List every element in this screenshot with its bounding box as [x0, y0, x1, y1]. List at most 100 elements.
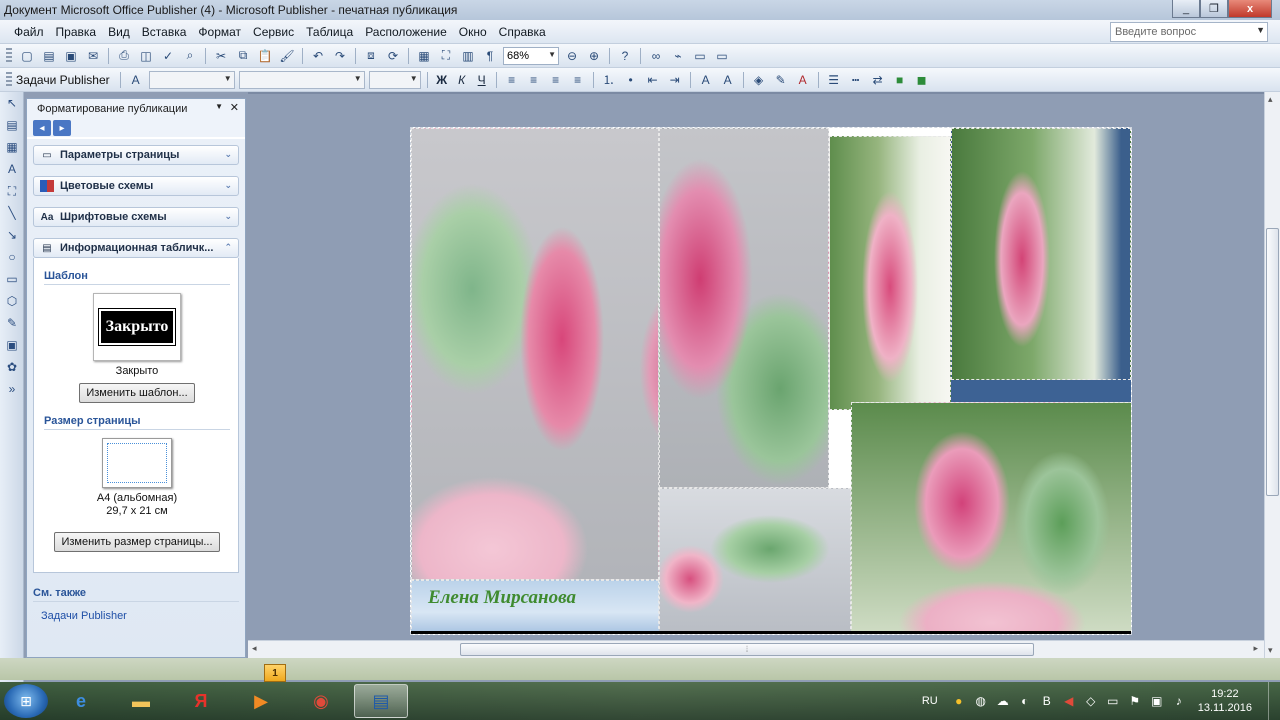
media-player-icon[interactable]: ▶ — [234, 684, 288, 718]
menu-help[interactable]: Справка — [493, 25, 552, 39]
grow-font-icon[interactable]: A — [696, 70, 716, 90]
format-painter-icon[interactable]: 🖌 — [277, 46, 297, 66]
email-icon[interactable]: ✉ — [83, 46, 103, 66]
chevron-down-icon[interactable]: ▼ — [410, 74, 418, 83]
chevron-down-icon[interactable]: ▼ — [354, 74, 362, 83]
research-icon[interactable]: ⌕ — [180, 46, 200, 66]
rectangle-icon[interactable]: ▭ — [0, 268, 24, 290]
tray-cloud-icon[interactable]: ☁ — [994, 694, 1012, 708]
more-tools-icon[interactable]: » — [0, 378, 24, 400]
section-font-schemes[interactable]: Aa Шрифтовые схемы ⌄ — [33, 207, 239, 227]
cut-icon[interactable]: ✂ — [211, 46, 231, 66]
rotate-icon[interactable]: ⟳ — [383, 46, 403, 66]
save-icon[interactable]: ▣ — [61, 46, 81, 66]
vertical-scroll-thumb[interactable] — [1266, 228, 1279, 496]
template-thumbnail[interactable]: Закрыто — [93, 293, 181, 361]
restore-button[interactable]: ❐ — [1200, 0, 1228, 18]
tray-sync-icon[interactable]: ◍ — [972, 694, 990, 708]
menu-view[interactable]: Вид — [102, 25, 136, 39]
unlink-icon[interactable]: ⌁ — [668, 46, 688, 66]
insert-table-icon[interactable]: ▦ — [414, 46, 434, 66]
align-right-icon[interactable]: ≡ — [546, 70, 566, 90]
increase-indent-icon[interactable]: ⇥ — [665, 70, 685, 90]
3d-style-icon[interactable]: ◼ — [912, 70, 932, 90]
publisher-tasks-button[interactable]: Задачи Publisher — [16, 73, 110, 87]
undo-icon[interactable]: ↶ — [308, 46, 328, 66]
horizontal-scroll-thumb[interactable]: ⦙ — [460, 643, 1034, 656]
zoom-out-icon[interactable]: ⊖ — [562, 46, 582, 66]
chrome-icon[interactable]: ◉ — [294, 684, 348, 718]
photo-bottom-right[interactable] — [851, 402, 1131, 634]
align-center-icon[interactable]: ≡ — [524, 70, 544, 90]
menu-file[interactable]: Файл — [8, 25, 50, 39]
copy-icon[interactable]: ⧉ — [233, 46, 253, 66]
menu-table[interactable]: Таблица — [300, 25, 359, 39]
photo-main-flowers[interactable] — [411, 128, 659, 580]
scroll-right-icon[interactable]: ▸ — [1253, 643, 1258, 654]
close-button[interactable]: x — [1228, 0, 1272, 18]
chevron-down-icon[interactable]: ⌄ — [224, 211, 232, 222]
pilcrow-icon[interactable]: ¶ — [480, 46, 500, 66]
file-explorer-icon[interactable]: ▬ — [114, 684, 168, 718]
help-icon[interactable]: ? — [615, 46, 635, 66]
photo-bottom-middle[interactable] — [659, 488, 851, 634]
show-desktop-button[interactable] — [1268, 682, 1280, 720]
wordart-icon[interactable]: A — [0, 158, 24, 180]
open-icon[interactable]: ▤ — [39, 46, 59, 66]
chevron-down-icon[interactable]: ⌄ — [224, 180, 232, 191]
chevron-up-icon[interactable]: ⌃ — [224, 242, 232, 253]
select-icon[interactable]: ↖ — [0, 92, 24, 114]
scroll-up-icon[interactable]: ▴ — [1268, 94, 1273, 105]
bullets-icon[interactable]: • — [621, 70, 641, 90]
forward-icon[interactable]: ▸ — [53, 120, 71, 136]
zoom-select[interactable]: 68% ▼ — [503, 46, 559, 65]
align-left-icon[interactable]: ≡ — [502, 70, 522, 90]
shrink-font-icon[interactable]: A — [718, 70, 738, 90]
picture-icon[interactable]: ⛶ — [0, 180, 24, 202]
shadow-style-icon[interactable]: ■ — [890, 70, 910, 90]
line-style-icon[interactable]: ☰ — [824, 70, 844, 90]
menu-edit[interactable]: Правка — [50, 25, 103, 39]
yandex-browser-icon[interactable]: Я — [174, 684, 228, 718]
style-icon[interactable]: A — [126, 70, 146, 90]
chevron-down-icon[interactable]: ▼ — [1256, 25, 1265, 35]
paste-icon[interactable]: 📋 — [255, 46, 275, 66]
clock[interactable]: 19:22 13.11.2016 — [1198, 687, 1252, 715]
text-box-link-icon[interactable]: ▭ — [690, 46, 710, 66]
scroll-down-icon[interactable]: ▾ — [1268, 645, 1273, 656]
tray-browser-icon[interactable]: ◐ — [1016, 694, 1034, 708]
style-select[interactable]: ▼ — [148, 70, 235, 89]
author-caption-box[interactable]: Елена Мирсанова — [411, 580, 659, 634]
start-button[interactable]: ⊞ — [4, 684, 48, 718]
internet-explorer-icon[interactable]: e — [54, 684, 108, 718]
hot-spot-icon[interactable]: ✎ — [0, 312, 24, 334]
link-icon[interactable]: ∞ — [646, 46, 666, 66]
justify-icon[interactable]: ≡ — [568, 70, 588, 90]
insert-table-icon[interactable]: ▦ — [0, 136, 24, 158]
design-gallery-icon[interactable]: ▣ — [0, 334, 24, 356]
chevron-down-icon[interactable]: ⌄ — [224, 149, 232, 160]
print-icon[interactable]: ⎙ — [114, 46, 134, 66]
text-box-icon[interactable]: ▤ — [0, 114, 24, 136]
menu-format[interactable]: Формат — [192, 25, 247, 39]
close-icon[interactable]: ✕ — [230, 101, 239, 114]
section-info-sign[interactable]: ▤ Информационная табличк... ⌃ — [33, 238, 239, 258]
bold-button[interactable]: Ж — [433, 70, 451, 90]
tray-network-icon[interactable]: ◇ — [1082, 694, 1100, 708]
font-size-select[interactable]: ▼ — [368, 70, 421, 89]
menu-arrange[interactable]: Расположение — [359, 25, 453, 39]
font-select[interactable]: ▼ — [238, 70, 365, 89]
new-icon[interactable]: ▢ — [17, 46, 37, 66]
italic-button[interactable]: К — [453, 70, 471, 90]
spelling-icon[interactable]: ✓ — [158, 46, 178, 66]
back-icon[interactable]: ◂ — [33, 120, 51, 136]
line-color-icon[interactable]: ✎ — [771, 70, 791, 90]
publisher-tasks-link[interactable]: Задачи Publisher — [41, 610, 239, 622]
oval-icon[interactable]: ○ — [0, 246, 24, 268]
tray-flag-icon[interactable]: ⚑ — [1126, 694, 1144, 708]
tray-monitor-icon[interactable]: ▣ — [1148, 694, 1166, 708]
chevron-down-icon[interactable]: ▼ — [224, 74, 232, 83]
toolbar-grip[interactable] — [6, 47, 12, 64]
decrease-indent-icon[interactable]: ⇤ — [643, 70, 663, 90]
menu-insert[interactable]: Вставка — [136, 25, 193, 39]
